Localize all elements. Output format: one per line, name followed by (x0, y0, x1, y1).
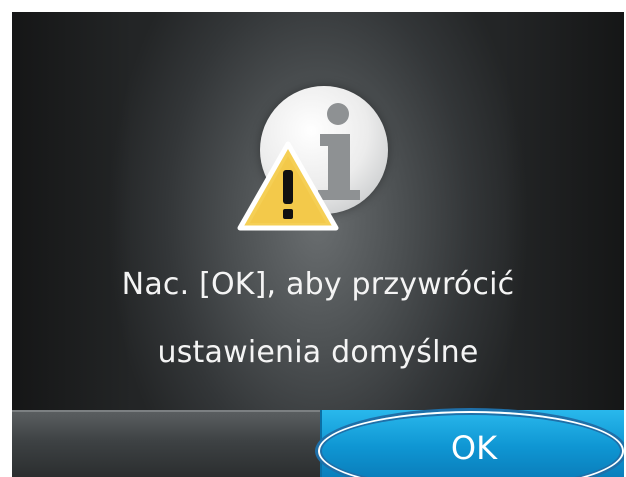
ok-button-label: OK (450, 428, 498, 467)
warning-icon (237, 141, 339, 231)
printer-display: Nac. [OK], aby przywrócić ustawienia dom… (12, 12, 624, 477)
ok-button[interactable]: OK (320, 410, 624, 477)
dialog-message-line1: Nac. [OK], aby przywrócić (121, 267, 515, 302)
dialog-message-line2: ustawienia domyślne (157, 335, 479, 370)
